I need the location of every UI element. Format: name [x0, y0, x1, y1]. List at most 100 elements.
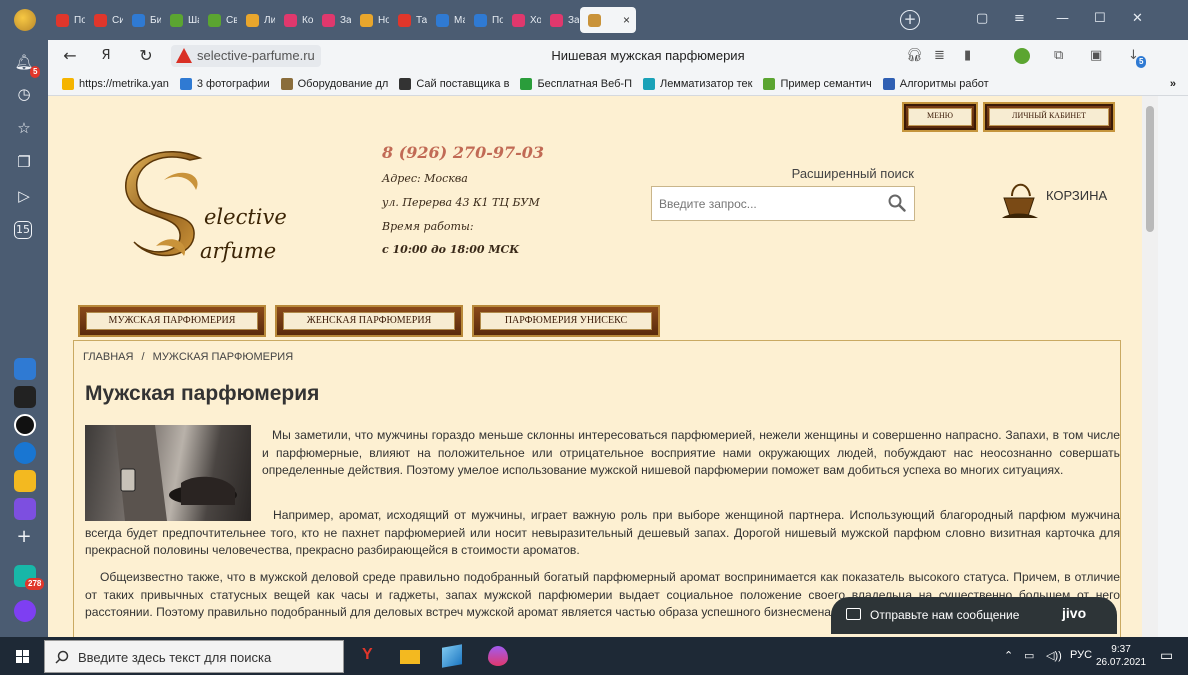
- basket-icon[interactable]: [998, 176, 1040, 222]
- headphones-icon[interactable]: 🎧︎: [906, 48, 923, 63]
- calendar-icon[interactable]: 15: [14, 221, 32, 239]
- yandex-browser-taskbar-icon[interactable]: Y: [362, 646, 382, 666]
- browser-tab[interactable]: Зап: [542, 7, 579, 33]
- browser-profile-icon[interactable]: [14, 9, 36, 31]
- file-explorer-taskbar-icon[interactable]: [400, 650, 420, 664]
- browser-tab[interactable]: По: [466, 7, 503, 33]
- bookmark-item[interactable]: 3 фотографии: [179, 77, 270, 90]
- volume-icon[interactable]: ◁)): [1046, 649, 1062, 662]
- tab-manager-icon[interactable]: ▢: [976, 11, 988, 26]
- search-icon[interactable]: [888, 194, 906, 212]
- new-tab-button[interactable]: +: [900, 10, 920, 30]
- browser-tab[interactable]: Ко: [276, 7, 313, 33]
- bookmark-favicon-icon: [763, 77, 776, 90]
- browser-tab[interactable]: Ли: [238, 7, 275, 33]
- history-icon[interactable]: ◷: [14, 84, 34, 104]
- extension-icon[interactable]: ▣: [1090, 48, 1102, 63]
- add-app-icon[interactable]: +: [14, 527, 34, 547]
- close-tab-icon[interactable]: ×: [623, 13, 630, 27]
- browser-tab[interactable]: Ма: [428, 7, 465, 33]
- tab-label: Зап: [340, 14, 351, 26]
- site-logo[interactable]: elective arfume: [120, 146, 310, 276]
- notifications-badge: 5: [30, 66, 41, 78]
- browser-tab[interactable]: Но: [352, 7, 389, 33]
- browser-app-icon[interactable]: [14, 442, 36, 464]
- browser-tab[interactable]: По: [48, 7, 85, 33]
- bookmark-icon[interactable]: ▮: [964, 48, 971, 63]
- favorites-icon[interactable]: ☆: [14, 118, 34, 138]
- category-men[interactable]: МУЖСКАЯ ПАРФЮМЕРИЯ: [78, 305, 266, 337]
- bookmark-item[interactable]: Пример семантич: [763, 77, 872, 90]
- alice-assistant-icon[interactable]: [14, 600, 36, 622]
- hours-label: Время работы:: [382, 220, 474, 233]
- tab-label: Ша: [188, 14, 199, 26]
- phone-number[interactable]: 8 (926) 270-97-03: [382, 143, 544, 162]
- advanced-search-link[interactable]: Расширенный поиск: [738, 166, 914, 181]
- share-icon[interactable]: ⧉: [1054, 48, 1063, 63]
- yandex-icon[interactable]: Я: [96, 46, 116, 66]
- breadcrumb-home[interactable]: ГЛАВНАЯ: [83, 351, 133, 363]
- bookmark-favicon-icon: [179, 77, 192, 90]
- browser-tab[interactable]: Ша: [162, 7, 199, 33]
- bookmark-item[interactable]: Алгоритмы работ: [882, 77, 989, 90]
- back-button[interactable]: ←: [60, 46, 80, 66]
- browser-tab[interactable]: Би: [124, 7, 161, 33]
- bookmark-favicon-icon: [882, 77, 895, 90]
- category-women-label: ЖЕНСКАЯ ПАРФЮМЕРИЯ: [283, 312, 455, 330]
- tab-favicon-icon: [550, 13, 563, 27]
- language-indicator[interactable]: РУС: [1070, 649, 1092, 661]
- mail-app-icon[interactable]: [14, 470, 36, 492]
- search-input[interactable]: [652, 187, 878, 220]
- collections-icon[interactable]: ❐: [14, 152, 34, 172]
- category-women[interactable]: ЖЕНСКАЯ ПАРФЮМЕРИЯ: [275, 305, 463, 337]
- cart-label[interactable]: КОРЗИНА: [1046, 188, 1107, 203]
- taskbar-search[interactable]: Введите здесь текст для поиска: [44, 640, 344, 673]
- maximize-icon[interactable]: ☐: [1094, 11, 1106, 26]
- protect-extension-icon[interactable]: [1014, 48, 1030, 64]
- reader-mode-icon[interactable]: ≣: [934, 48, 945, 63]
- minimize-icon[interactable]: —: [1056, 11, 1069, 26]
- notification-center-icon[interactable]: ▭: [1160, 647, 1173, 664]
- media-icon[interactable]: ▷: [14, 186, 34, 206]
- paint-taskbar-icon[interactable]: [442, 644, 462, 668]
- bookmarks-list: https://metrika.yan 3 фотографии Оборудова…: [62, 77, 1000, 90]
- app-taskbar-icon[interactable]: [488, 646, 508, 666]
- bookmark-item[interactable]: Оборудование дл: [280, 77, 389, 90]
- tab-favicon-icon: [322, 13, 335, 27]
- bookmark-item[interactable]: Сай поставщика в: [399, 77, 509, 90]
- bookmark-favicon-icon: [642, 77, 655, 90]
- category-unisex[interactable]: ПАРФЮМЕРИЯ УНИСЕКС: [472, 305, 660, 337]
- menu-icon[interactable]: ≡: [1014, 11, 1025, 26]
- browser-tab[interactable]: Хо: [504, 7, 541, 33]
- category-men-label: МУЖСКАЯ ПАРФЮМЕРИЯ: [86, 312, 258, 330]
- bookmark-label: 3 фотографии: [196, 77, 270, 90]
- browser-tab-strip: По Си Би Ша Св Ли Ко Зап Но Тат Ма По Хо Зап × + ▢ ≡ —…: [0, 0, 1188, 40]
- bookmark-item[interactable]: Бесплатная Веб-П: [520, 77, 632, 90]
- ai-app-icon[interactable]: [14, 386, 36, 408]
- browser-tab[interactable]: Си: [86, 7, 123, 33]
- logo-text-parfume: arfume: [200, 239, 276, 263]
- system-clock[interactable]: 9:37 26.07.2021: [1096, 643, 1146, 669]
- windows-start-icon[interactable]: [16, 650, 29, 663]
- account-button[interactable]: ЛИЧНЫЙ КАБИНЕТ: [983, 102, 1115, 132]
- browser-tab[interactable]: Тат: [390, 7, 427, 33]
- browser-tab[interactable]: Зап: [314, 7, 351, 33]
- url-field[interactable]: selective-parfume.ru: [171, 45, 321, 67]
- page-scrollbar[interactable]: [1142, 96, 1158, 637]
- bookmark-item[interactable]: Лемматизатор тек: [642, 77, 752, 90]
- jivo-chat-widget[interactable]: Отправьте нам сообщение jivo: [831, 597, 1117, 634]
- active-browser-tab[interactable]: ×: [580, 7, 636, 33]
- tray-expand-icon[interactable]: ⌃: [1004, 649, 1013, 662]
- bookmark-item[interactable]: https://metrika.yan: [62, 77, 169, 90]
- bookmarks-more-button[interactable]: »: [1170, 78, 1176, 90]
- record-app-icon[interactable]: [14, 414, 36, 436]
- scrollbar-thumb[interactable]: [1146, 106, 1154, 232]
- browser-tab[interactable]: Св: [200, 7, 237, 33]
- close-window-icon[interactable]: ✕: [1132, 11, 1143, 26]
- reload-icon[interactable]: ↻: [136, 46, 156, 66]
- market-app-icon[interactable]: [14, 358, 36, 380]
- battery-icon[interactable]: ▭: [1024, 649, 1034, 662]
- menu-button[interactable]: МЕНЮ: [902, 102, 978, 132]
- bookmark-label: Оборудование дл: [297, 77, 389, 90]
- messenger-app-icon[interactable]: [14, 498, 36, 520]
